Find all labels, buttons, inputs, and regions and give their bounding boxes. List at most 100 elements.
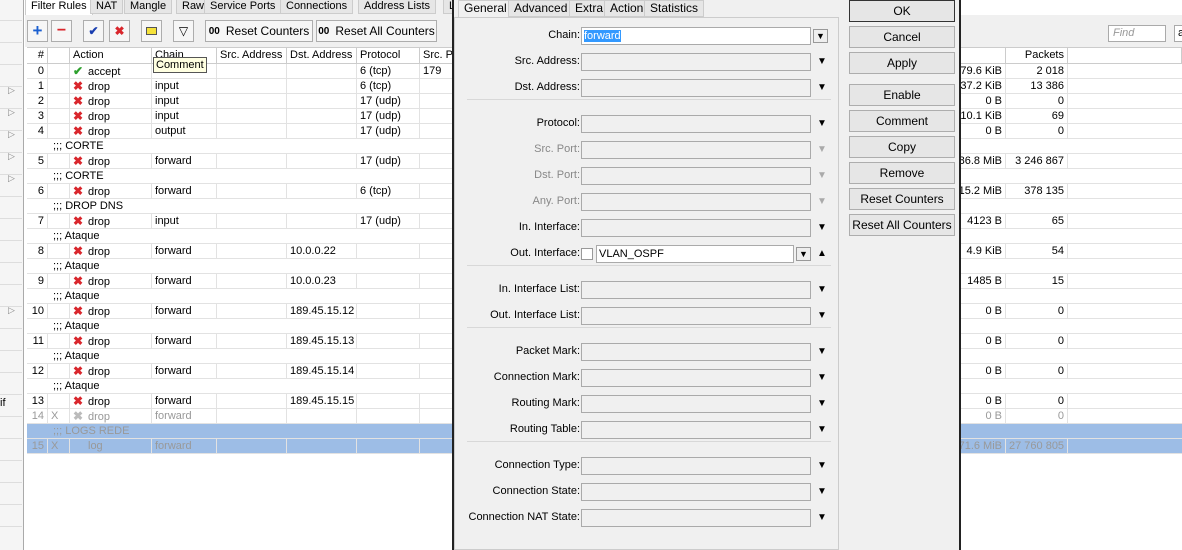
- reset-counters-button[interactable]: Reset Counters: [849, 188, 955, 210]
- reset-counters-button[interactable]: 00 Reset Counters: [205, 20, 313, 42]
- dialog-tab-action[interactable]: Action: [604, 0, 650, 17]
- rule-flag: [48, 244, 70, 258]
- expand-arrow-icon[interactable]: ▷: [8, 305, 15, 316]
- add-icon[interactable]: +: [27, 20, 48, 42]
- negate-checkbox[interactable]: [581, 248, 593, 260]
- filter-select[interactable]: a: [1174, 25, 1182, 42]
- column-header[interactable]: Dst. Address: [287, 48, 357, 63]
- column-header[interactable]: Packets: [1006, 48, 1068, 63]
- dropdown-icon[interactable]: ▼: [796, 247, 811, 261]
- routing-table-input[interactable]: [581, 421, 811, 439]
- remove-icon[interactable]: −: [51, 20, 72, 42]
- expand-down-icon[interactable]: ▼: [817, 310, 827, 321]
- dialog-tab-general[interactable]: General: [458, 0, 513, 17]
- rule-action: log: [70, 439, 152, 453]
- expand-down-icon[interactable]: ▼: [817, 82, 827, 93]
- connection-state-input[interactable]: [581, 483, 811, 501]
- tab-address-lists[interactable]: Address Lists: [358, 0, 437, 14]
- rule-dst-address: [287, 109, 357, 123]
- connection-mark-input[interactable]: [581, 369, 811, 387]
- rule-packets: 13 386: [1006, 79, 1068, 93]
- field-out-interface-list: Out. Interface List: ▼: [455, 307, 840, 325]
- out-interface-input[interactable]: VLAN_OSPF: [596, 245, 794, 263]
- expand-down-icon[interactable]: ▼: [817, 486, 827, 497]
- reset-all-counters-button[interactable]: 00 Reset All Counters: [316, 20, 437, 42]
- column-header[interactable]: Action: [70, 48, 152, 63]
- copy-button[interactable]: Copy: [849, 136, 955, 158]
- rule-flag: [48, 274, 70, 288]
- filter-icon[interactable]: ▽: [173, 20, 194, 42]
- comment-icon[interactable]: [141, 20, 162, 42]
- collapse-up-icon[interactable]: ▲: [817, 248, 827, 259]
- expand-down-icon[interactable]: ▼: [817, 284, 827, 295]
- connection-type-label: Connection Type:: [494, 459, 580, 471]
- expand-down-icon[interactable]: ▼: [817, 372, 827, 383]
- tab-service-ports[interactable]: Service Ports: [204, 0, 282, 14]
- field-any-port: Any. Port: ▼: [455, 193, 840, 211]
- dst-address-input[interactable]: [581, 79, 811, 97]
- expand-down-icon[interactable]: ▼: [817, 424, 827, 435]
- rule-chain: forward: [152, 154, 217, 168]
- ok-button[interactable]: OK: [849, 0, 955, 22]
- expand-arrow-icon[interactable]: ▷: [8, 173, 15, 184]
- any-port-input: [581, 193, 811, 211]
- protocol-input[interactable]: [581, 115, 811, 133]
- out-interface-list-input[interactable]: [581, 307, 811, 325]
- in-interface-list-input[interactable]: [581, 281, 811, 299]
- expand-down-icon[interactable]: ▼: [817, 118, 827, 129]
- expand-down-icon[interactable]: ▼: [817, 346, 827, 357]
- column-header[interactable]: [1068, 48, 1182, 63]
- rule-action: ✖ drop: [70, 154, 152, 168]
- expand-arrow-icon[interactable]: ▷: [8, 85, 15, 96]
- find-input[interactable]: Find: [1108, 25, 1166, 42]
- apply-button[interactable]: Apply: [849, 52, 955, 74]
- expand-down-icon[interactable]: ▼: [817, 222, 827, 233]
- rule-number: 8: [27, 244, 48, 258]
- comment-button[interactable]: Comment: [849, 110, 955, 132]
- rule-src-address: [217, 409, 287, 423]
- src-address-input[interactable]: [581, 53, 811, 71]
- column-header[interactable]: Src. Address: [217, 48, 287, 63]
- rule-dst-address: [287, 409, 357, 423]
- packet-mark-input[interactable]: [581, 343, 811, 361]
- cancel-button[interactable]: Cancel: [849, 26, 955, 48]
- enable-icon[interactable]: ✔: [83, 20, 104, 42]
- drop-x-icon: ✖: [73, 304, 84, 318]
- chain-input[interactable]: forward: [581, 27, 811, 45]
- dropdown-icon[interactable]: ▼: [813, 29, 828, 43]
- rule-number: 6: [27, 184, 48, 198]
- rule-filler: [1068, 304, 1182, 318]
- field-routing-table: Routing Table: ▼: [455, 421, 840, 439]
- connection-type-input[interactable]: [581, 457, 811, 475]
- rule-packets: 0: [1006, 334, 1068, 348]
- expand-arrow-icon[interactable]: ▷: [8, 129, 15, 140]
- tab-filter-rules[interactable]: Filter Rules: [25, 0, 93, 16]
- expand-arrow-icon[interactable]: ▷: [8, 151, 15, 162]
- dialog-tab-extra[interactable]: Extra: [569, 0, 610, 17]
- expand-down-icon[interactable]: ▼: [817, 398, 827, 409]
- expand-down-icon[interactable]: ▼: [817, 460, 827, 471]
- tab-connections[interactable]: Connections: [280, 0, 354, 14]
- column-header[interactable]: [48, 48, 70, 63]
- column-header[interactable]: Protocol: [357, 48, 420, 63]
- dialog-tab-advanced[interactable]: Advanced: [508, 0, 574, 17]
- any-port-label: Any. Port:: [532, 195, 580, 207]
- enable-button[interactable]: Enable: [849, 84, 955, 106]
- routing-mark-input[interactable]: [581, 395, 811, 413]
- column-header[interactable]: #: [27, 48, 48, 63]
- expand-down-icon[interactable]: ▼: [817, 56, 827, 67]
- tab-nat[interactable]: NAT: [90, 0, 124, 14]
- rule-chain: forward: [152, 334, 217, 348]
- drop-x-icon: ✖: [73, 334, 84, 348]
- expand-down-icon[interactable]: ▼: [817, 512, 827, 523]
- connection-nat-state-input[interactable]: [581, 509, 811, 527]
- tab-mangle[interactable]: Mangle: [124, 0, 173, 14]
- drop-x-icon: ✖: [73, 364, 84, 378]
- reset-all-counters-button[interactable]: Reset All Counters: [849, 214, 955, 236]
- dialog-tab-statistics[interactable]: Statistics: [644, 0, 705, 17]
- rule-action: ✖ drop: [70, 109, 152, 123]
- expand-arrow-icon[interactable]: ▷: [8, 107, 15, 118]
- remove-button[interactable]: Remove: [849, 162, 955, 184]
- in-interface-input[interactable]: [581, 219, 811, 237]
- disable-icon[interactable]: ✖: [109, 20, 130, 42]
